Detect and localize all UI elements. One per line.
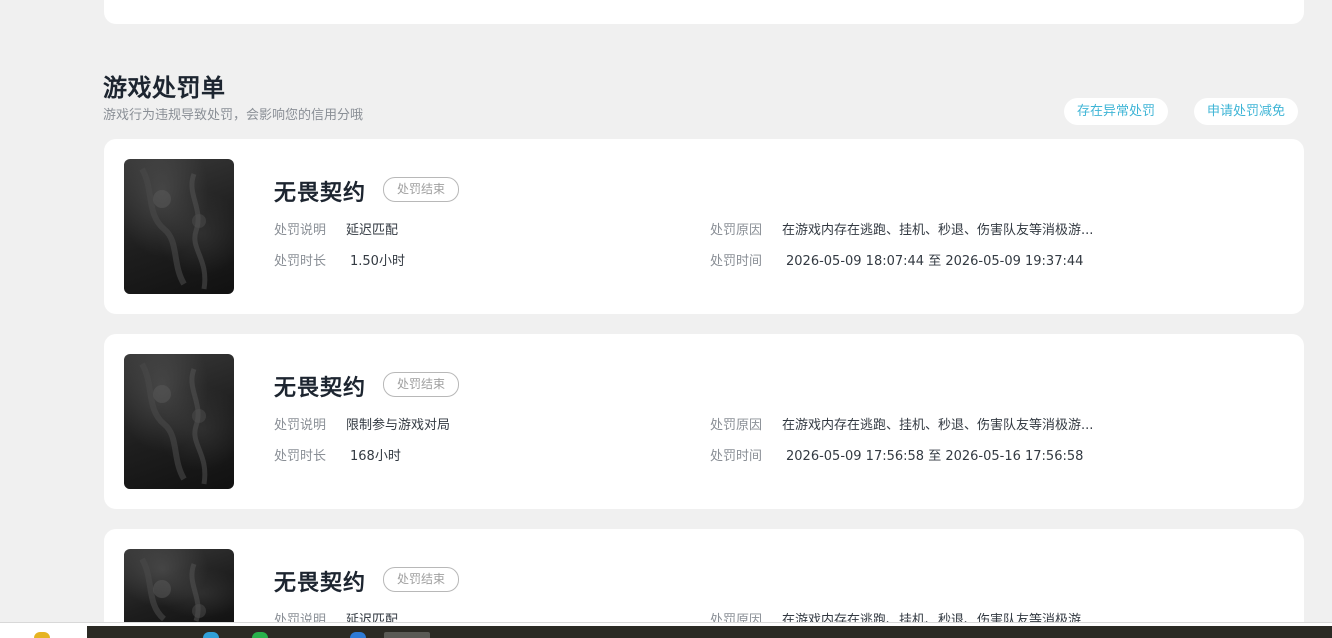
time-label: 处罚时间 — [710, 254, 763, 269]
reason-label: 处罚原因 — [710, 418, 763, 433]
penalty-card[interactable]: 无畏契约 处罚结束 处罚说明 限制参与游戏对局 处罚原因 在游戏内存在逃跑、挂机… — [104, 334, 1304, 509]
status-badge: 处罚结束 — [383, 567, 460, 592]
app-icon[interactable] — [384, 632, 430, 638]
game-name: 无畏契约 — [274, 571, 367, 596]
reason-value: 在游戏内存在逃跑、挂机、秒退、伤害队友等消极游... — [782, 418, 1094, 433]
time-value: 2026-05-09 17:56:58 至 2026-05-16 17:56:5… — [786, 449, 1084, 464]
penalty-card[interactable]: 无畏契约 处罚结束 处罚说明 延迟匹配 处罚原因 在游戏内存在逃跑、挂机、秒退、… — [104, 139, 1304, 314]
status-badge: 处罚结束 — [383, 372, 460, 397]
description-value: 延迟匹配 — [346, 613, 399, 622]
duration-value: 168小时 — [350, 449, 401, 464]
reason-value: 在游戏内存在逃跑、挂机、秒退、伤害队友等消极游... — [782, 223, 1094, 238]
abnormal-penalty-button[interactable]: 存在异常处罚 — [1064, 98, 1169, 125]
reason-label: 处罚原因 — [710, 223, 763, 238]
reason-label: 处罚原因 — [710, 613, 763, 622]
folder-icon[interactable] — [34, 632, 50, 638]
game-name: 无畏契约 — [274, 181, 367, 206]
previous-section-card — [104, 0, 1304, 24]
status-badge: 处罚结束 — [383, 177, 460, 202]
game-cover-image — [124, 159, 234, 294]
penalty-card[interactable]: 无畏契约 处罚结束 处罚说明 延迟匹配 处罚原因 在游戏内存在逃跑、挂机、秒退、… — [104, 529, 1304, 622]
game-cover-image — [124, 354, 234, 489]
description-value: 延迟匹配 — [346, 223, 399, 238]
description-label: 处罚说明 — [274, 418, 327, 433]
page: 游戏处罚单 游戏行为违规导致处罚，会影响您的信用分哦 存在异常处罚 申请处罚减免… — [0, 0, 1332, 638]
game-cover-image — [124, 549, 234, 622]
duration-label: 处罚时长 — [274, 254, 327, 269]
duration-value: 1.50小时 — [350, 254, 405, 269]
chrome-icon[interactable] — [203, 632, 219, 638]
description-value: 限制参与游戏对局 — [346, 418, 451, 433]
wechat-icon[interactable] — [252, 632, 268, 638]
apply-reduction-button[interactable]: 申请处罚减免 — [1194, 98, 1299, 125]
time-value: 2026-05-09 18:07:44 至 2026-05-09 19:37:4… — [786, 254, 1084, 269]
edge-icon[interactable] — [350, 632, 366, 638]
section-title: 游戏处罚单 — [103, 74, 226, 102]
description-label: 处罚说明 — [274, 613, 327, 622]
game-name: 无畏契约 — [274, 376, 367, 401]
reason-value: 在游戏内存在逃跑、挂机、秒退、伤害队友等消极游... — [782, 613, 1094, 622]
taskbar-app-area — [87, 626, 1332, 638]
time-label: 处罚时间 — [710, 449, 763, 464]
description-label: 处罚说明 — [274, 223, 327, 238]
duration-label: 处罚时长 — [274, 449, 327, 464]
section-subtitle: 游戏行为违规导致处罚，会影响您的信用分哦 — [103, 108, 364, 123]
